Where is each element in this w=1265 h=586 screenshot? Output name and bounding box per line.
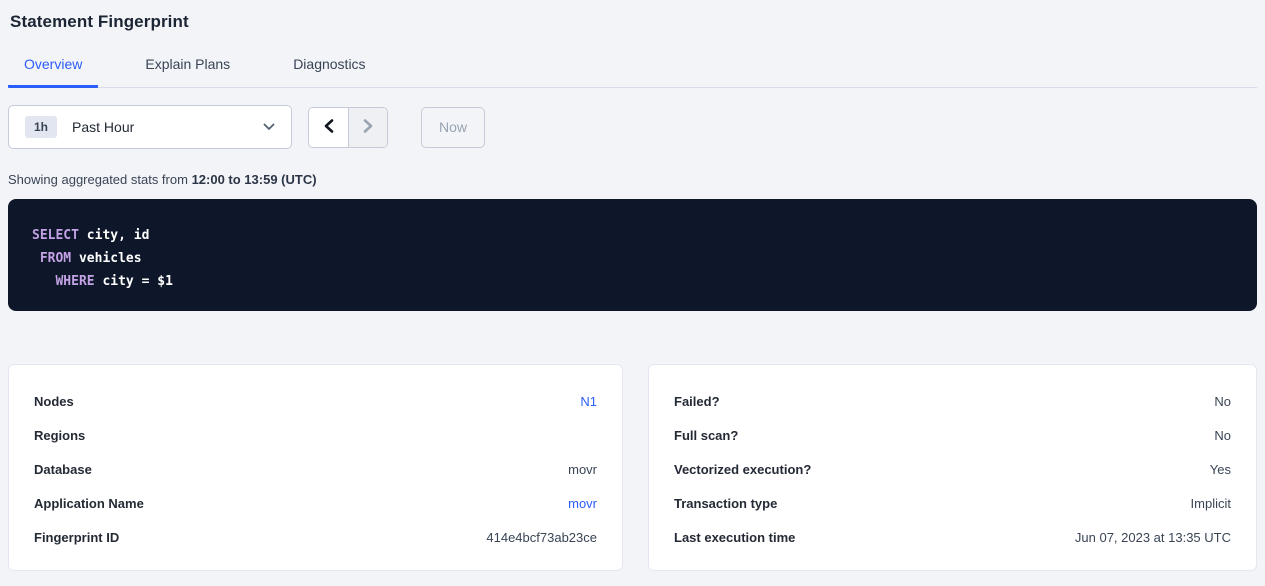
- sql-text: city = $1: [95, 274, 173, 289]
- table-row: Full scan? No: [674, 418, 1231, 452]
- sql-keyword: WHERE: [55, 274, 94, 289]
- table-row: Failed? No: [674, 384, 1231, 418]
- row-label: Database: [34, 462, 92, 477]
- row-value: Implicit: [1191, 496, 1231, 511]
- row-value: 414e4bcf73ab23ce: [486, 530, 597, 545]
- sql-text: [32, 274, 55, 289]
- row-label: Regions: [34, 428, 85, 443]
- next-time-button[interactable]: [348, 108, 387, 147]
- sql-keyword: SELECT: [32, 228, 79, 243]
- time-controls: 1h Past Hour Now: [8, 105, 1257, 149]
- previous-time-button[interactable]: [309, 108, 348, 147]
- row-value: Jun 07, 2023 at 13:35 UTC: [1075, 530, 1231, 545]
- tab-bar: Overview Explain Plans Diagnostics: [8, 56, 1257, 88]
- sql-text: [32, 251, 40, 266]
- row-label: Application Name: [34, 496, 144, 511]
- row-value: movr: [568, 462, 597, 477]
- time-range-dropdown[interactable]: 1h Past Hour: [8, 105, 292, 149]
- row-label: Vectorized execution?: [674, 462, 811, 477]
- row-label: Fingerprint ID: [34, 530, 119, 545]
- sql-keyword: FROM: [40, 251, 71, 266]
- time-range-label: Past Hour: [72, 119, 134, 135]
- table-row: Fingerprint ID 414e4bcf73ab23ce: [34, 520, 597, 554]
- row-label: Transaction type: [674, 496, 777, 511]
- page-title: Statement Fingerprint: [8, 0, 1257, 42]
- execution-attributes-card: Failed? No Full scan? No Vectorized executio…: [648, 364, 1257, 571]
- table-row: Nodes N1: [34, 384, 597, 418]
- tab-diagnostics[interactable]: Diagnostics: [277, 56, 381, 88]
- table-row: Regions: [34, 418, 597, 452]
- row-label: Failed?: [674, 394, 720, 409]
- aggregation-note: Showing aggregated stats from 12:00 to 1…: [8, 172, 1257, 187]
- row-value-link[interactable]: N1: [580, 394, 597, 409]
- row-value: Yes: [1210, 462, 1231, 477]
- row-value: No: [1214, 394, 1231, 409]
- row-label: Nodes: [34, 394, 74, 409]
- statement-fingerprint-page: Statement Fingerprint Overview Explain Pl…: [0, 0, 1265, 571]
- row-value: No: [1214, 428, 1231, 443]
- table-row: Application Name movr: [34, 486, 597, 520]
- sql-text: city, id: [79, 228, 149, 243]
- tab-explain-plans[interactable]: Explain Plans: [129, 56, 246, 88]
- statement-details-card: NodesN1RegionsDatabasemovrApplication Na…: [8, 364, 623, 571]
- time-nav-group: [308, 107, 388, 148]
- table-row: Last execution time Jun 07, 2023 at 13:35…: [674, 520, 1231, 554]
- row-value-link[interactable]: movr: [568, 496, 597, 511]
- row-label: Last execution time: [674, 530, 795, 545]
- chevron-down-icon: [263, 123, 275, 131]
- tab-overview[interactable]: Overview: [8, 56, 98, 88]
- sql-statement-box: SELECT city, id FROM vehicles WHERE city…: [8, 199, 1257, 311]
- table-row: Database movr: [34, 452, 597, 486]
- sql-statement-text: SELECT city, id FROM vehicles WHERE city…: [32, 224, 1233, 293]
- summary-cards: NodesN1RegionsDatabasemovrApplication Na…: [8, 364, 1257, 571]
- table-row: Vectorized execution? Yes: [674, 452, 1231, 486]
- aggregation-note-range: 12:00 to 13:59 (UTC): [192, 172, 317, 187]
- row-label: Full scan?: [674, 428, 738, 443]
- duration-badge: 1h: [25, 116, 57, 138]
- sql-text: vehicles: [71, 251, 141, 266]
- now-button[interactable]: Now: [421, 107, 485, 148]
- chevron-left-icon: [323, 119, 335, 136]
- table-row: Transaction type Implicit: [674, 486, 1231, 520]
- chevron-right-icon: [362, 119, 374, 136]
- aggregation-note-prefix: Showing aggregated stats from: [8, 172, 192, 187]
